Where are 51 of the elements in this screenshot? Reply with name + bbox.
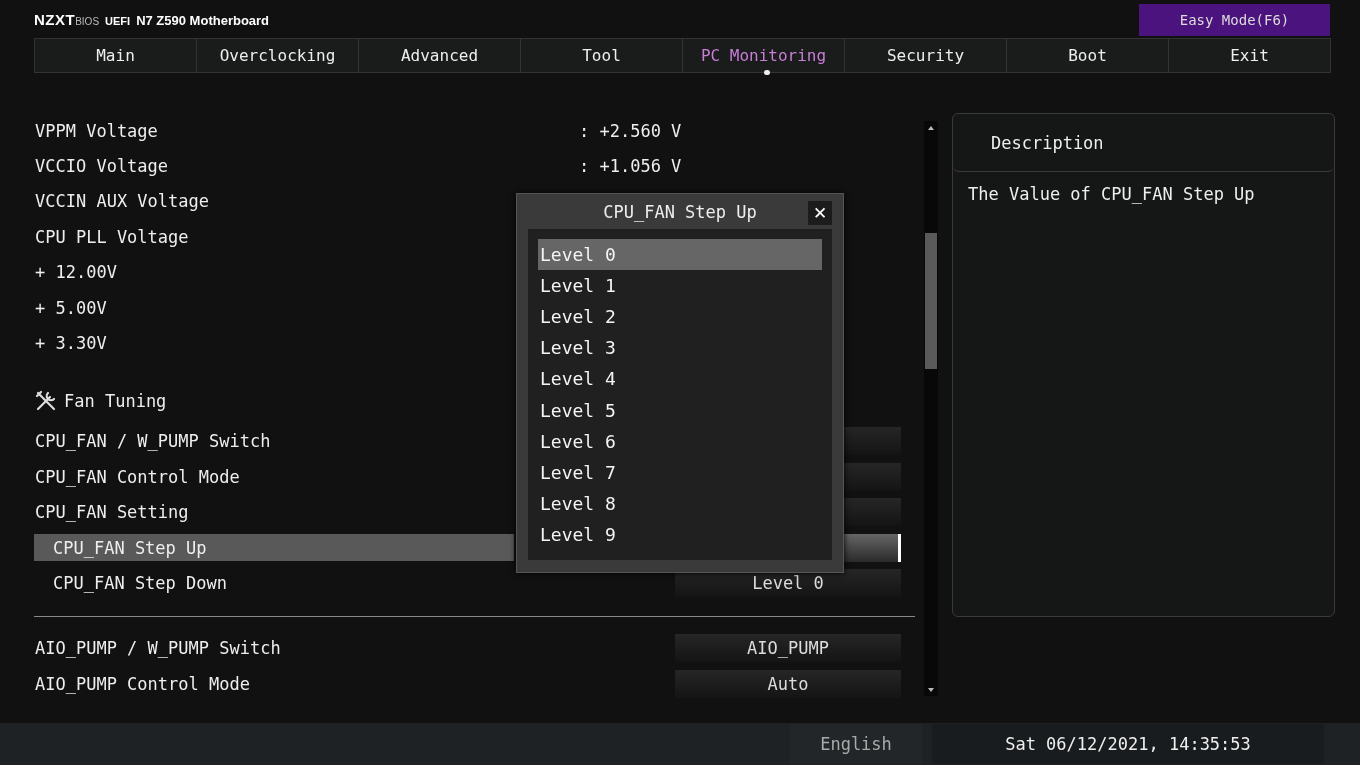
option-item[interactable]: Level 0 bbox=[538, 239, 822, 271]
option-item[interactable]: Level 3 bbox=[538, 332, 822, 364]
setting-value: : +2.560 V bbox=[579, 120, 683, 141]
description-text: The Value of CPU_FAN Step Up bbox=[968, 184, 1256, 204]
option-item[interactable]: Level 4 bbox=[538, 363, 822, 395]
brand-subtitle: BIOS bbox=[75, 16, 100, 27]
option-item[interactable]: Level 9 bbox=[538, 518, 822, 550]
option-button[interactable]: AIO_PUMP bbox=[675, 634, 901, 663]
setting-label: VPPM Voltage bbox=[34, 120, 158, 141]
close-button[interactable]: ✕ bbox=[808, 201, 832, 225]
menu-tab[interactable]: Main bbox=[35, 39, 197, 72]
date-time: Sat 06/12/2021, 14:35:53 bbox=[932, 724, 1324, 764]
model-name: N7 Z590 Motherboard bbox=[136, 13, 270, 28]
brand-logo: NZXT bbox=[34, 11, 76, 28]
section-title: Fan Tuning bbox=[64, 390, 167, 411]
menu-tab[interactable]: Tool bbox=[521, 39, 683, 72]
setting-label[interactable]: AIO_PUMP Control Mode bbox=[34, 673, 250, 694]
option-item[interactable]: Level 7 bbox=[538, 456, 822, 488]
setting-label[interactable]: AIO_PUMP / W_PUMP Switch bbox=[34, 638, 281, 659]
description-title: Description bbox=[991, 132, 1104, 153]
setting-label: + 3.30V bbox=[34, 333, 107, 354]
setting-label: + 12.00V bbox=[34, 262, 117, 283]
option-item[interactable]: Level 1 bbox=[538, 270, 822, 302]
menu-tab[interactable]: PC Monitoring bbox=[683, 39, 845, 72]
option-button[interactable]: Auto bbox=[675, 669, 901, 698]
dialog-title: CPU_FAN Step Up bbox=[603, 201, 757, 222]
setting-label[interactable]: CPU_FAN Control Mode bbox=[34, 466, 240, 487]
menu-tab[interactable]: Overclocking bbox=[197, 39, 359, 72]
menu-tab[interactable]: Boot bbox=[1007, 39, 1169, 72]
setting-label[interactable]: CPU_FAN / W_PUMP Switch bbox=[34, 431, 271, 452]
option-item[interactable]: Level 2 bbox=[538, 301, 822, 333]
setting-value: : +1.056 V bbox=[579, 156, 683, 177]
option-item[interactable]: Level 8 bbox=[538, 487, 822, 519]
setting-label: VCCIN AUX Voltage bbox=[34, 191, 209, 212]
menu-tab[interactable]: Exit bbox=[1169, 39, 1330, 72]
setting-label[interactable]: CPU_FAN Setting bbox=[34, 502, 189, 523]
language-selector[interactable]: English bbox=[790, 724, 922, 764]
setting-label[interactable]: CPU_FAN Step Down bbox=[34, 573, 227, 593]
menu-tab[interactable]: Advanced bbox=[359, 39, 521, 72]
setting-label[interactable]: CPU_FAN Step Up bbox=[34, 534, 514, 562]
setting-label: + 5.00V bbox=[34, 297, 107, 318]
scrollbar[interactable] bbox=[924, 121, 938, 696]
firmware-label: UEFI bbox=[105, 15, 131, 27]
active-marker-icon bbox=[763, 70, 770, 75]
setting-label: VCCIO Voltage bbox=[34, 156, 169, 177]
tools-icon bbox=[34, 388, 58, 413]
option-item[interactable]: Level 6 bbox=[538, 425, 822, 457]
option-item[interactable]: Level 5 bbox=[538, 394, 822, 426]
setting-label: CPU PLL Voltage bbox=[34, 226, 189, 247]
easy-mode-button[interactable]: Easy Mode(F6) bbox=[1139, 4, 1330, 36]
menu-tab[interactable]: Security bbox=[845, 39, 1007, 72]
